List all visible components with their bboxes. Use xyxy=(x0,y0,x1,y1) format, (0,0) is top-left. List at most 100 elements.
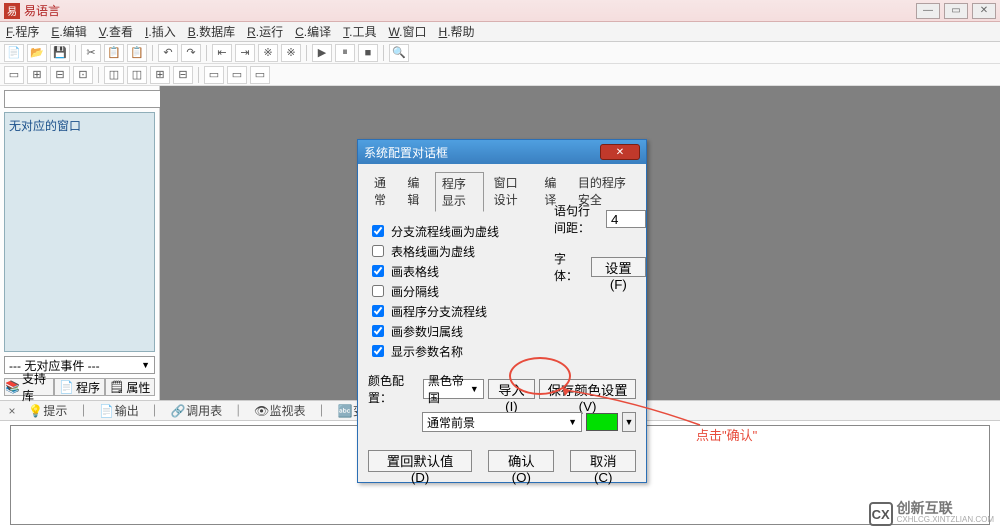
call-icon: 🔗 xyxy=(171,404,183,418)
tab-program[interactable]: 📄 程序 xyxy=(54,378,104,396)
tb-undo-icon[interactable]: ↶ xyxy=(158,44,178,62)
reset-defaults-button[interactable]: 置回默认值(D) xyxy=(368,450,472,472)
tb-stop-icon[interactable]: ■ xyxy=(358,44,378,62)
cancel-button[interactable]: 取消(C) xyxy=(570,450,636,472)
title-bar: 易 易语言 — ▭ ✕ xyxy=(0,0,1000,22)
color-scheme-select[interactable]: 黑色帝国▼ xyxy=(423,379,484,399)
bottom-tab[interactable]: 📄 输出 xyxy=(99,402,138,419)
menu-item[interactable]: E.编辑 xyxy=(51,23,86,40)
tab-properties[interactable]: 🗒 属性 xyxy=(105,378,155,396)
ok-button[interactable]: 确认(O) xyxy=(488,450,554,472)
toolbar-2: ▭ ⊞ ⊟ ⊡ ◫ ◫ ⊞ ⊟ ▭ ▭ ▭ xyxy=(0,64,1000,86)
menu-item[interactable]: R.运行 xyxy=(247,23,283,40)
tb2-icon[interactable]: ◫ xyxy=(104,66,124,84)
tb-open-icon[interactable]: 📂 xyxy=(27,44,47,62)
tab-general[interactable]: 通常 xyxy=(368,172,397,212)
close-button[interactable]: ✕ xyxy=(972,3,996,19)
menu-item[interactable]: H.帮助 xyxy=(439,23,475,40)
tab-support-lib[interactable]: 📚 支持库 xyxy=(4,378,54,396)
maximize-button[interactable]: ▭ xyxy=(944,3,968,19)
tb-copy-icon[interactable]: 📋 xyxy=(104,44,124,62)
tb-save-icon[interactable]: 💾 xyxy=(50,44,70,62)
tb2-icon[interactable]: ▭ xyxy=(204,66,224,84)
line-spacing-input[interactable] xyxy=(606,210,646,228)
chk-draw-grid[interactable] xyxy=(372,265,384,277)
save-color-button[interactable]: 保存颜色设置(V) xyxy=(539,379,636,399)
close-panel-icon[interactable]: × xyxy=(6,404,18,418)
window-controls: — ▭ ✕ xyxy=(916,3,996,19)
toolbar-1: 📄 📂 💾 ✂ 📋 📋 ↶ ↷ ⇤ ⇥ ※ ※ ▶ ⏸ ■ 🔍 xyxy=(0,42,1000,64)
watermark: CX 创新互联 CXHLCG.XINTZLIAN.COM xyxy=(869,502,994,526)
color-picker-dropdown[interactable]: ▼ xyxy=(622,412,636,432)
tb-bookmark-icon[interactable]: ※ xyxy=(258,44,278,62)
font-settings-button[interactable]: 设置(F) xyxy=(591,257,646,277)
color-element-select[interactable]: 通常前景▼ xyxy=(422,412,582,432)
tb2-icon[interactable]: ⊟ xyxy=(50,66,70,84)
tb2-icon[interactable]: ▭ xyxy=(227,66,247,84)
tb2-icon[interactable]: ▭ xyxy=(250,66,270,84)
sidebar-tree[interactable]: 无对应的窗口 xyxy=(4,112,155,352)
font-label: 字体： xyxy=(554,250,585,284)
tb-pause-icon[interactable]: ⏸ xyxy=(335,44,355,62)
sidebar-dropdown[interactable]: ▼ xyxy=(4,90,155,108)
tb-indent-icon[interactable]: ⇥ xyxy=(235,44,255,62)
tb-cut-icon[interactable]: ✂ xyxy=(81,44,101,62)
chk-label: 画参数归属线 xyxy=(391,323,463,340)
chk-show-param-names[interactable] xyxy=(372,345,384,357)
menu-item[interactable]: V.查看 xyxy=(99,23,133,40)
tb-outdent-icon[interactable]: ⇤ xyxy=(212,44,232,62)
bottom-tab[interactable]: 👁 监视表 xyxy=(254,402,305,419)
menu-item[interactable]: F.程序 xyxy=(6,23,39,40)
bottom-tab[interactable]: 🔗 调用表 xyxy=(171,402,222,419)
chk-grid-dashed[interactable] xyxy=(372,245,384,257)
chk-draw-param-line[interactable] xyxy=(372,325,384,337)
tb-find-icon[interactable]: 🔍 xyxy=(389,44,409,62)
watermark-logo: CX xyxy=(869,502,893,526)
tb-bookmark-next-icon[interactable]: ※ xyxy=(281,44,301,62)
sidebar: ▼ 无对应的窗口 --- 无对应事件 --- ▼ 📚 支持库 📄 程序 🗒 属性 xyxy=(0,86,160,400)
chk-label: 画分隔线 xyxy=(391,283,439,300)
menu-item[interactable]: B.数据库 xyxy=(188,23,235,40)
tab-window-design[interactable]: 窗口设计 xyxy=(488,172,535,212)
chk-draw-branch[interactable] xyxy=(372,305,384,317)
tree-placeholder: 无对应的窗口 xyxy=(9,119,81,133)
chk-label: 表格线画为虚线 xyxy=(391,243,475,260)
menu-bar: F.程序 E.编辑 V.查看 I.插入 B.数据库 R.运行 C.编译 T.工具… xyxy=(0,22,1000,42)
color-scheme-label: 颜色配置： xyxy=(368,372,419,406)
minimize-button[interactable]: — xyxy=(916,3,940,19)
chevron-down-icon: ▼ xyxy=(141,360,150,370)
app-title: 易语言 xyxy=(24,2,60,19)
dialog-close-button[interactable]: ✕ xyxy=(600,144,640,160)
tb-paste-icon[interactable]: 📋 xyxy=(127,44,147,62)
chk-label: 画程序分支流程线 xyxy=(391,303,487,320)
menu-item[interactable]: T.工具 xyxy=(343,23,376,40)
hint-icon: 💡 xyxy=(28,404,40,418)
dialog-title-bar[interactable]: 系统配置对话框 ✕ xyxy=(358,140,646,164)
tb2-icon[interactable]: ⊞ xyxy=(150,66,170,84)
tb-new-icon[interactable]: 📄 xyxy=(4,44,24,62)
menu-item[interactable]: C.编译 xyxy=(295,23,331,40)
tb2-icon[interactable]: ⊞ xyxy=(27,66,47,84)
output-icon: 📄 xyxy=(99,404,111,418)
tab-edit[interactable]: 编辑 xyxy=(401,172,430,212)
watch-icon: 👁 xyxy=(254,404,266,418)
tb-run-icon[interactable]: ▶ xyxy=(312,44,332,62)
tb2-icon[interactable]: ◫ xyxy=(127,66,147,84)
import-button[interactable]: 导入(I) xyxy=(488,379,535,399)
settings-dialog: 系统配置对话框 ✕ 通常 编辑 程序显示 窗口设计 编译 目的程序安全 分支流程… xyxy=(357,139,647,483)
app-icon: 易 xyxy=(4,3,20,19)
chk-draw-separator[interactable] xyxy=(372,285,384,297)
tb2-icon[interactable]: ▭ xyxy=(4,66,24,84)
menu-item[interactable]: W.窗口 xyxy=(389,23,427,40)
chk-branch-dashed[interactable] xyxy=(372,225,384,237)
dialog-title: 系统配置对话框 xyxy=(364,144,448,161)
tb-redo-icon[interactable]: ↷ xyxy=(181,44,201,62)
tab-program-display[interactable]: 程序显示 xyxy=(435,172,484,212)
bottom-tab[interactable]: 💡 提示 xyxy=(28,402,67,419)
var-icon: 🔤 xyxy=(338,404,350,418)
tb2-icon[interactable]: ⊟ xyxy=(173,66,193,84)
color-swatch[interactable] xyxy=(586,413,618,431)
chk-label: 画表格线 xyxy=(391,263,439,280)
menu-item[interactable]: I.插入 xyxy=(145,23,176,40)
tb2-icon[interactable]: ⊡ xyxy=(73,66,93,84)
